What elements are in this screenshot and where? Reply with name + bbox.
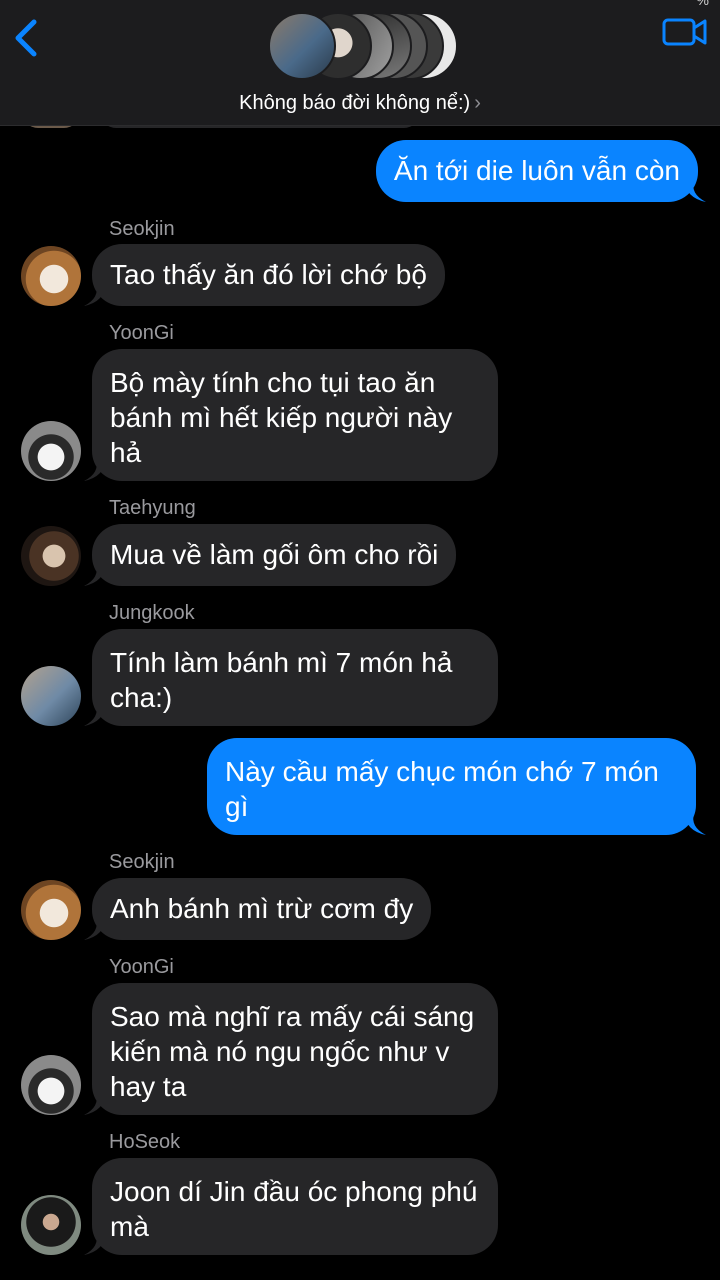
bubble-tail: [84, 1233, 106, 1255]
group-avatar-stack[interactable]: [268, 12, 458, 82]
bubble-tail: [84, 1093, 106, 1115]
sender-name: Jungkook: [109, 602, 195, 624]
message-text: Joon dí Jin đầu óc phong phú mà: [110, 1176, 478, 1242]
incoming-message-bubble[interactable]: Tao thấy ăn đó lời chớ bộ: [92, 244, 445, 306]
incoming-message-bubble[interactable]: Sao mà nghĩ ra mấy cái sáng kiến mà nó n…: [92, 983, 498, 1115]
outgoing-message-bubble[interactable]: Ăn tới die luôn vẫn còn: [375, 140, 698, 202]
group-avatar: [268, 12, 336, 80]
chat-header: % Không báo đời không nể:) ›: [0, 0, 720, 126]
bubble-tail: [684, 813, 706, 835]
message-text: Bộ mày tính cho tụi tao ăn bánh mì hết k…: [110, 367, 453, 468]
group-name-label: Không báo đời không nể:): [239, 92, 471, 114]
avatar[interactable]: [21, 666, 81, 726]
avatar[interactable]: [21, 421, 81, 481]
bubble-tail: [684, 180, 706, 202]
sender-name: YoonGi: [109, 322, 174, 344]
video-camera-icon: [662, 18, 707, 46]
chevron-left-icon: [15, 19, 37, 57]
message-text: Sao mà nghĩ ra mấy cái sáng kiến mà nó n…: [110, 1001, 475, 1102]
sender-name: Seokjin: [109, 851, 175, 873]
sender-name: Taehyung: [109, 497, 196, 519]
status-bar-fragment: %: [696, 0, 710, 8]
sender-name: YoonGi: [109, 956, 174, 978]
message-text: Tính làm bánh mì 7 món hả cha:): [110, 647, 453, 713]
chevron-right-icon: ›: [474, 92, 481, 114]
incoming-message-bubble[interactable]: Joon dí Jin đầu óc phong phú mà: [92, 1158, 498, 1255]
bubble-tail: [84, 459, 106, 481]
message-text: Ăn tới die luôn vẫn còn: [393, 155, 680, 186]
incoming-message-bubble[interactable]: Bộ mày tính cho tụi tao ăn bánh mì hết k…: [92, 349, 498, 481]
back-button[interactable]: [8, 14, 48, 62]
group-name[interactable]: Không báo đời không nể:) ›: [0, 92, 720, 115]
incoming-message-bubble[interactable]: Mua về làm gối ôm cho rồi: [92, 524, 457, 586]
avatar[interactable]: [21, 880, 81, 940]
avatar[interactable]: [21, 1195, 81, 1255]
bubble-tail: [84, 284, 106, 306]
sender-name: Seokjin: [109, 218, 175, 240]
avatar[interactable]: [21, 1055, 81, 1115]
bubble-tail: [84, 564, 106, 586]
message-text: Này cầu mấy chục món chớ 7 món gì: [225, 756, 659, 822]
message-text: Mua về làm gối ôm cho rồi: [110, 539, 439, 570]
bubble-tail: [84, 918, 106, 940]
incoming-message-bubble[interactable]: Tính làm bánh mì 7 món hả cha:): [92, 629, 498, 726]
outgoing-message-bubble[interactable]: Này cầu mấy chục món chớ 7 món gì: [207, 738, 696, 835]
video-call-button[interactable]: [662, 14, 708, 50]
sender-name: HoSeok: [109, 1131, 181, 1153]
incoming-message-bubble[interactable]: Anh bánh mì trừ cơm đy: [92, 878, 432, 940]
avatar[interactable]: [21, 246, 81, 306]
message-text: Tao thấy ăn đó lời chớ bộ: [110, 259, 427, 290]
message-text: Anh bánh mì trừ cơm đy: [110, 893, 414, 924]
avatar[interactable]: [21, 526, 81, 586]
bubble-tail: [84, 704, 106, 726]
